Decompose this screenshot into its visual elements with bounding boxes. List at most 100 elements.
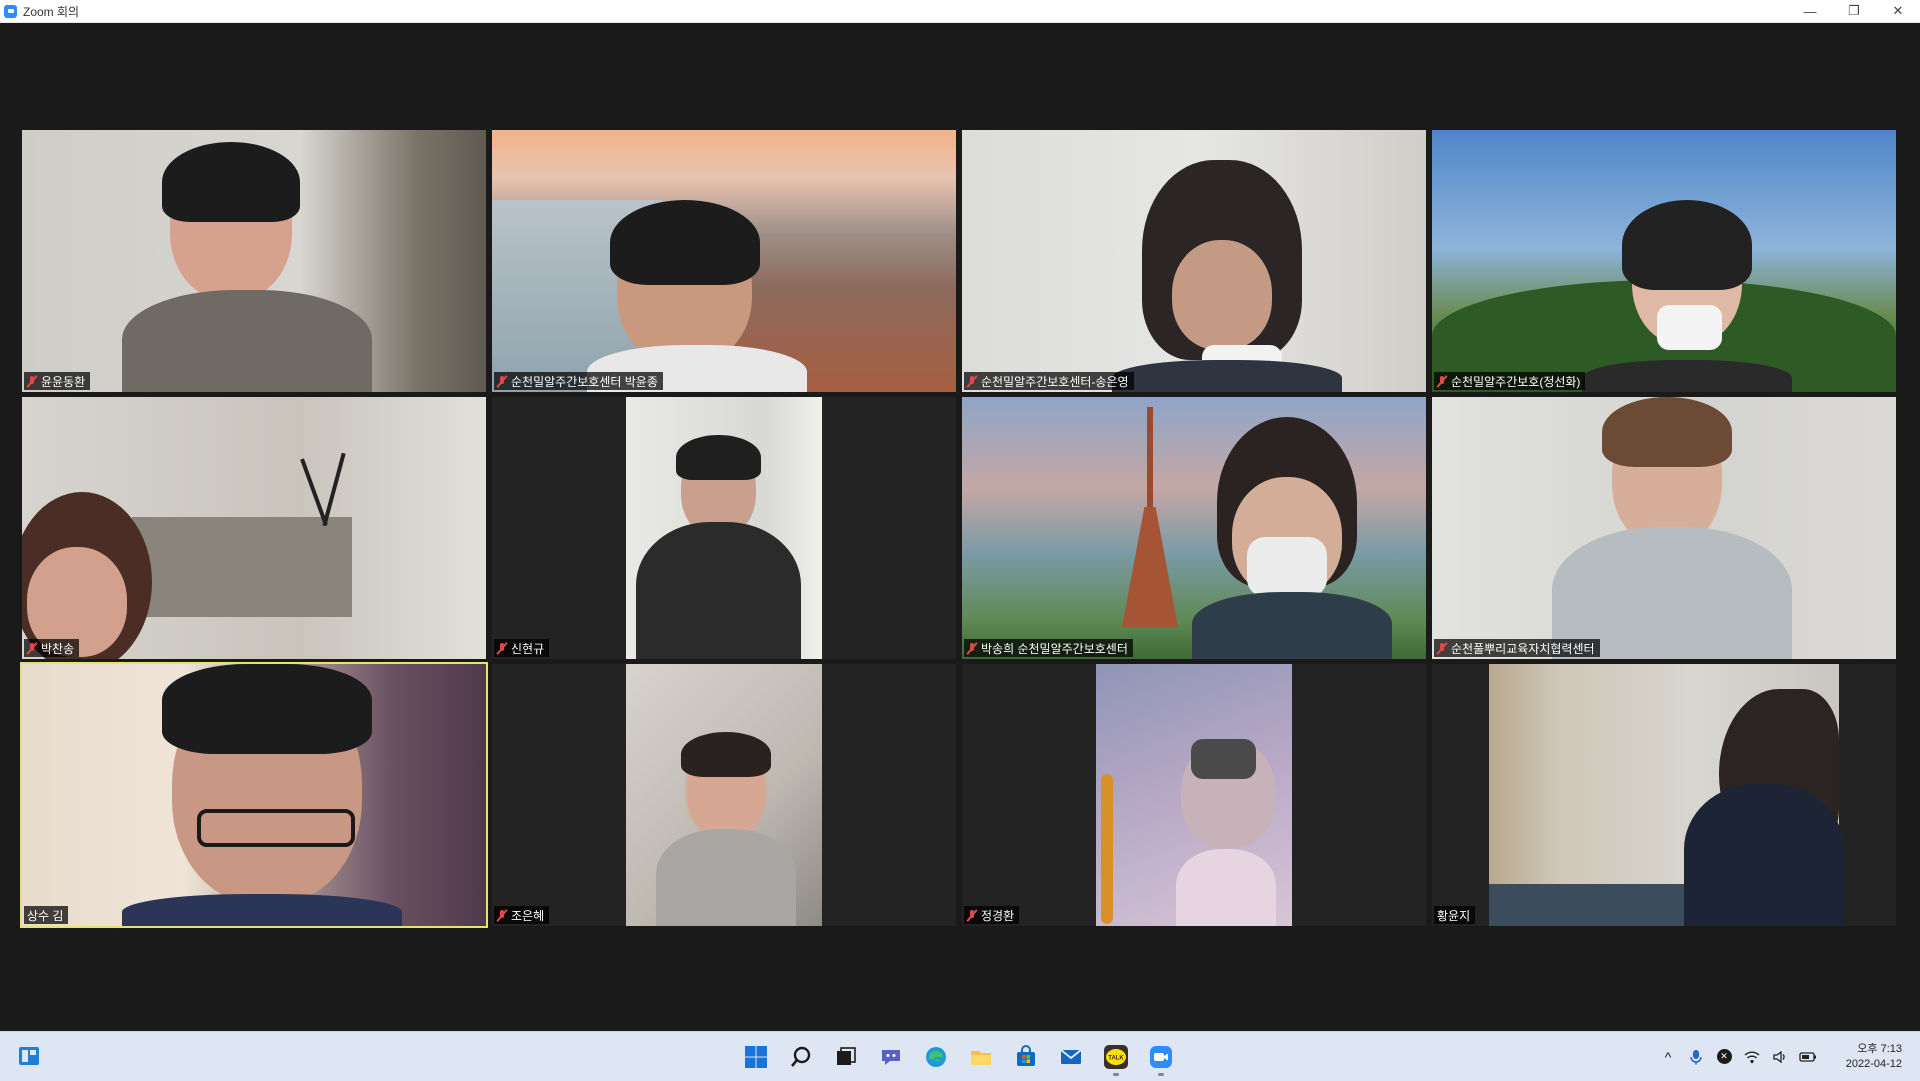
taskbar-apps: TALK bbox=[738, 1040, 1179, 1076]
close-button[interactable]: ✕ bbox=[1876, 0, 1920, 22]
video-tile[interactable]: 윤윤동환 bbox=[22, 130, 486, 392]
participant-video bbox=[492, 130, 956, 392]
participant-video bbox=[22, 397, 486, 659]
kakaotalk-button[interactable]: TALK bbox=[1098, 1040, 1134, 1076]
volume-icon[interactable] bbox=[1768, 1045, 1792, 1069]
mic-muted-icon bbox=[497, 909, 507, 922]
video-tile[interactable]: 박송희 순천밀알주간보호센터 bbox=[962, 397, 1426, 659]
video-tile[interactable]: 박찬송 bbox=[22, 397, 486, 659]
participant-name-tag: 순천밀알주간보호센터-송은영 bbox=[964, 372, 1134, 390]
microphone-icon[interactable] bbox=[1684, 1045, 1708, 1069]
video-tile-active-speaker[interactable]: 상수 김 bbox=[20, 662, 488, 928]
title-bar: Zoom 회의 — ❐ ✕ bbox=[0, 0, 1920, 23]
participant-video bbox=[1432, 397, 1896, 659]
app-x-badge-icon[interactable]: ✕ bbox=[1712, 1045, 1736, 1069]
svg-text:TALK: TALK bbox=[1108, 1056, 1124, 1062]
clock-date: 2022-04-12 bbox=[1845, 1057, 1902, 1070]
mic-muted-icon bbox=[967, 375, 977, 388]
system-tray: ^ ✕ 오후 7:13 2022-04-12 bbox=[1654, 1032, 1920, 1081]
file-explorer-icon bbox=[971, 1051, 991, 1065]
mail-icon bbox=[1060, 1049, 1082, 1064]
participant-video bbox=[1432, 130, 1896, 392]
windows-start-icon bbox=[745, 1046, 767, 1068]
volume-shape bbox=[1773, 1050, 1785, 1063]
participant-name: 윤윤동환 bbox=[41, 374, 86, 389]
participant-video bbox=[962, 130, 1426, 392]
video-tile[interactable]: 순천밀알주간보호센터-송은영 bbox=[962, 130, 1426, 392]
zoom-app-icon bbox=[4, 4, 17, 18]
participant-name: 순천풀뿌리교육자치협력센터 bbox=[1451, 641, 1595, 656]
participant-name-tag: 조은혜 bbox=[494, 906, 550, 924]
video-tile[interactable]: 정경환 bbox=[962, 664, 1426, 926]
participant-name: 박찬송 bbox=[41, 641, 75, 656]
battery-shape bbox=[1799, 1051, 1816, 1062]
task-view-icon bbox=[837, 1047, 856, 1065]
mic-muted-icon bbox=[27, 375, 37, 388]
participant-name: 신현규 bbox=[511, 641, 545, 656]
video-tile[interactable]: 황윤지 bbox=[1432, 664, 1896, 926]
participant-name-tag: 황윤지 bbox=[1434, 906, 1476, 924]
participant-name-tag: 정경환 bbox=[964, 906, 1020, 924]
mic-muted-icon bbox=[967, 642, 977, 655]
participant-video bbox=[22, 664, 486, 926]
battery-icon[interactable] bbox=[1796, 1045, 1820, 1069]
video-tile[interactable]: 순천밀알주간보호센터 박윤종 bbox=[492, 130, 956, 392]
window-title: Zoom 회의 bbox=[23, 4, 80, 19]
kakaotalk-icon: TALK bbox=[1104, 1045, 1128, 1069]
search-button[interactable] bbox=[783, 1040, 819, 1074]
participant-name: 황윤지 bbox=[1437, 908, 1471, 923]
mic-muted-icon bbox=[967, 909, 977, 922]
participant-name-tag: 순천밀알주간보호(정선화) bbox=[1434, 372, 1586, 390]
participant-name-tag: 박찬송 bbox=[24, 639, 80, 657]
meeting-area: 윤윤동환 순천밀알주간보호센터 박윤종 순천밀알주간보호센터-송은영 순천밀알주… bbox=[0, 23, 1920, 1031]
task-view-button[interactable] bbox=[828, 1040, 864, 1074]
video-tile[interactable]: 조은혜 bbox=[492, 664, 956, 926]
window-controls: — ❐ ✕ bbox=[1788, 0, 1920, 22]
video-tile[interactable]: 순천풀뿌리교육자치협력센터 bbox=[1432, 397, 1896, 659]
windows-start-button[interactable] bbox=[738, 1040, 774, 1074]
mic-muted-icon bbox=[1437, 375, 1447, 388]
wifi-icon[interactable] bbox=[1740, 1045, 1764, 1069]
minimize-button[interactable]: — bbox=[1788, 0, 1832, 22]
video-tile[interactable]: 순천밀알주간보호(정선화) bbox=[1432, 130, 1896, 392]
participant-video bbox=[1489, 664, 1844, 926]
restore-button[interactable]: ❐ bbox=[1832, 0, 1876, 22]
video-tile[interactable]: 신현규 bbox=[492, 397, 956, 659]
participant-name: 조은혜 bbox=[511, 908, 545, 923]
participant-video bbox=[1096, 664, 1292, 926]
search-icon bbox=[791, 1046, 811, 1067]
gallery-grid: 윤윤동환 순천밀알주간보호센터 박윤종 순천밀알주간보호센터-송은영 순천밀알주… bbox=[20, 130, 1896, 928]
edge-button[interactable] bbox=[918, 1040, 954, 1074]
mic-muted-icon bbox=[497, 642, 507, 655]
zoom-button[interactable] bbox=[1143, 1040, 1179, 1076]
participant-name-tag: 신현규 bbox=[494, 639, 550, 657]
microsoft-store-button[interactable] bbox=[1008, 1040, 1044, 1074]
widgets-icon bbox=[19, 1047, 39, 1065]
participant-name: 정경환 bbox=[981, 908, 1015, 923]
show-hidden-icons-chevron-icon[interactable]: ^ bbox=[1656, 1045, 1680, 1069]
participant-name-tag: 순천밀알주간보호센터 박윤종 bbox=[494, 372, 663, 390]
participant-name-tag: 순천풀뿌리교육자치협력센터 bbox=[1434, 639, 1600, 657]
microphone-shape bbox=[1690, 1049, 1702, 1064]
participant-name: 순천밀알주간보호(정선화) bbox=[1451, 374, 1581, 389]
participant-video bbox=[626, 664, 822, 926]
teams-chat-button[interactable] bbox=[873, 1040, 909, 1074]
participant-name-tag: 윤윤동환 bbox=[24, 372, 91, 390]
microsoft-store-icon bbox=[1017, 1045, 1035, 1066]
edge-icon bbox=[926, 1047, 946, 1067]
windows-taskbar: TALK ^ ✕ 오후 7:13 2022-04-12 bbox=[0, 1031, 1920, 1081]
clock-time: 오후 7:13 bbox=[1857, 1042, 1902, 1055]
participant-video bbox=[626, 397, 822, 659]
taskbar-clock[interactable]: 오후 7:13 2022-04-12 bbox=[1832, 1042, 1902, 1072]
widgets-button[interactable] bbox=[17, 1044, 41, 1068]
teams-chat-icon bbox=[882, 1050, 900, 1065]
zoom-icon bbox=[1150, 1046, 1172, 1068]
participant-name: 박송희 순천밀알주간보호센터 bbox=[981, 641, 1128, 656]
participant-name: 상수 김 bbox=[27, 908, 64, 923]
file-explorer-button[interactable] bbox=[963, 1040, 999, 1074]
mic-muted-icon bbox=[27, 642, 37, 655]
participant-name-tag: 박송희 순천밀알주간보호센터 bbox=[964, 639, 1133, 657]
mail-button[interactable] bbox=[1053, 1040, 1089, 1074]
participant-video bbox=[962, 397, 1426, 659]
participant-name: 순천밀알주간보호센터 박윤종 bbox=[511, 374, 658, 389]
